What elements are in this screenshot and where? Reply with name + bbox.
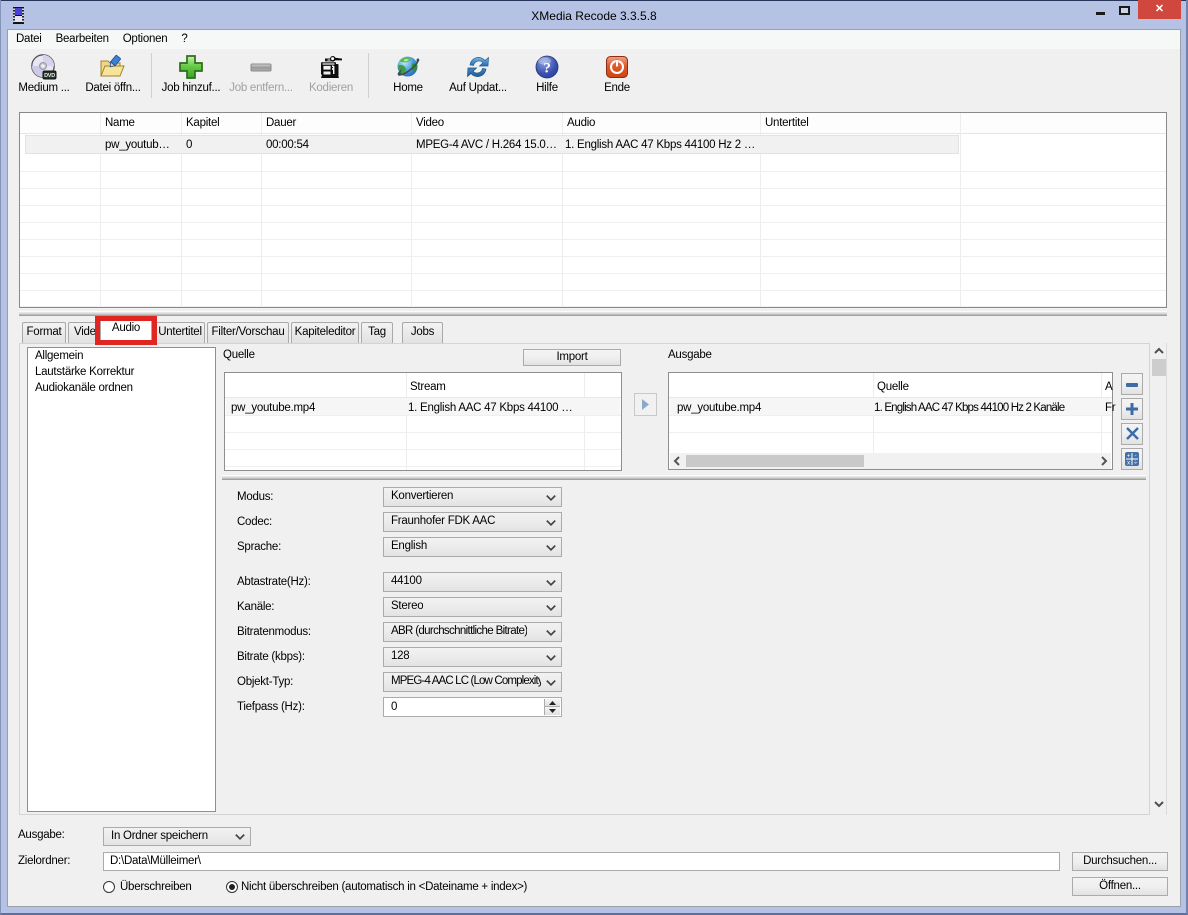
- svg-text:x: x: [1127, 461, 1130, 467]
- svg-text:DVD: DVD: [44, 73, 55, 79]
- svg-text:-: -: [1135, 454, 1137, 460]
- svg-text:?: ?: [543, 61, 550, 77]
